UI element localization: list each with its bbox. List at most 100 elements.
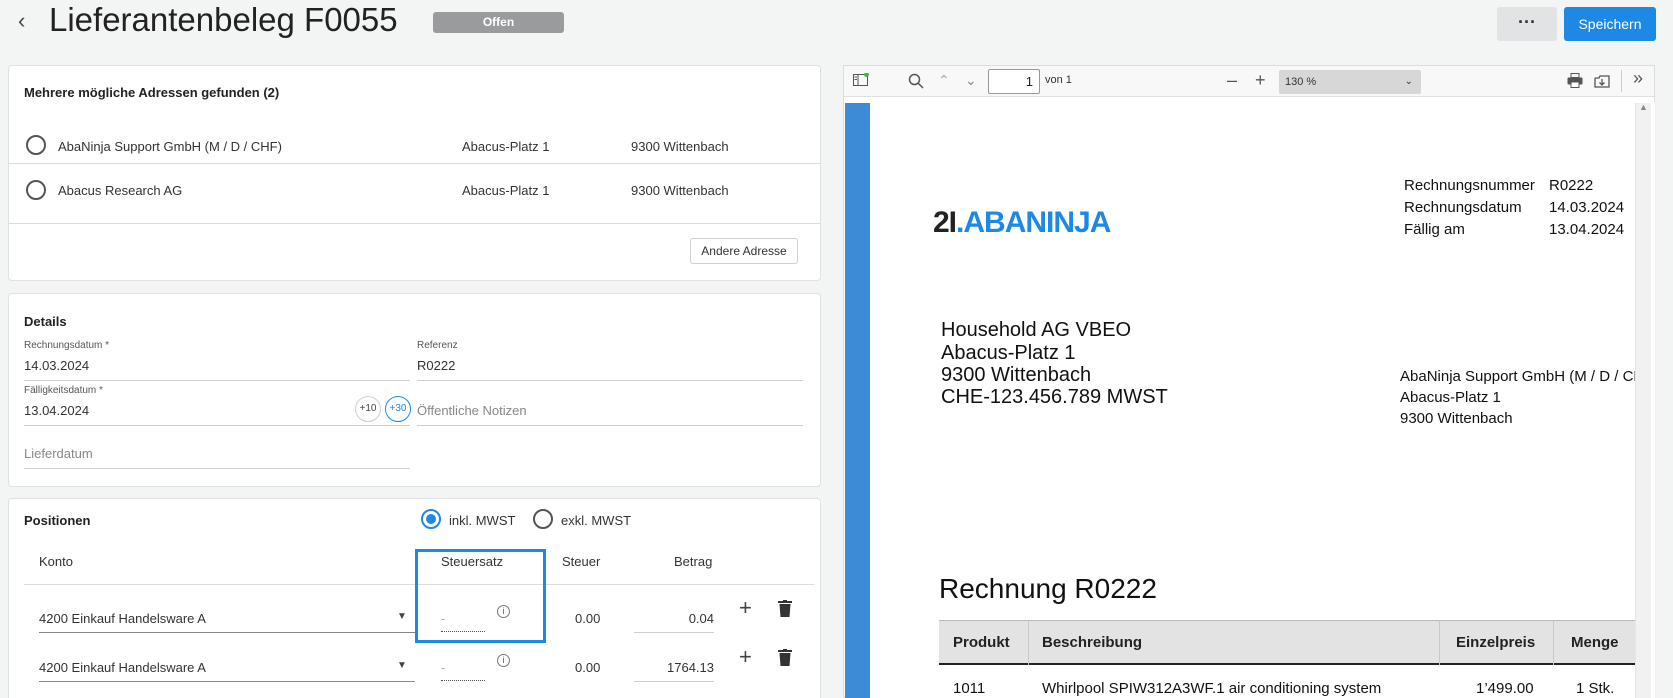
invoice-number-label: Rechnungsnummer <box>1404 177 1535 194</box>
column-separator <box>1028 620 1029 665</box>
logo-prefix: 2I <box>933 206 957 239</box>
status-badge: Offen <box>433 12 564 33</box>
field-placeholder: Öffentliche Notizen <box>417 403 527 418</box>
sidebar-toggle-icon[interactable] <box>853 72 869 87</box>
sender-line: Household AG VBEO <box>941 319 1132 341</box>
logo-name: .ABANINJA <box>956 206 1111 239</box>
radio-button[interactable] <box>26 180 46 200</box>
column-header-tax: Steuer <box>562 554 601 569</box>
trash-icon[interactable] <box>778 600 792 617</box>
previous-page-icon[interactable]: ⌃ <box>938 72 950 89</box>
column-header-account: Konto <box>39 554 73 569</box>
recipient-line: AbaNinja Support GmbH (M / D / CHF) <box>1400 368 1635 385</box>
public-notes-field[interactable]: Öffentliche Notizen <box>417 392 813 428</box>
pdf-scrollbar[interactable]: ▲ <box>1635 102 1651 698</box>
field-label: Rechnungsdatum * <box>24 340 110 351</box>
dropdown-arrow-icon: ▼ <box>397 611 407 622</box>
due-date-label: Fällig am <box>1404 221 1465 238</box>
field-underline <box>441 631 485 632</box>
page-number-input[interactable]: 1 <box>988 69 1040 94</box>
amount-input[interactable]: 0.04 <box>634 601 714 633</box>
tax-rate-value: - <box>441 611 446 626</box>
reference-field[interactable]: Referenz R0222 <box>417 340 813 382</box>
field-underline <box>24 380 410 381</box>
incl-vat-label: inkl. MWST <box>449 513 516 528</box>
radio-button[interactable] <box>26 135 46 155</box>
scroll-up-arrow-icon[interactable]: ▲ <box>1639 102 1648 112</box>
radio-button[interactable] <box>421 509 441 529</box>
tax-rate-select[interactable]: - i <box>441 650 521 681</box>
invoice-row-product: 1011 <box>953 680 986 697</box>
address-option-2[interactable]: Abacus Research AG Abacus-Platz 1 9300 W… <box>9 169 820 213</box>
info-icon[interactable]: i <box>497 605 510 618</box>
page-total: von 1 <box>1045 74 1072 86</box>
zoom-select[interactable]: 130 % ⌄ <box>1279 70 1421 94</box>
excl-vat-label: exkl. MWST <box>561 513 632 528</box>
incl-vat-option[interactable]: inkl. MWST <box>421 509 521 531</box>
field-underline <box>24 468 410 469</box>
more-options-button[interactable]: ··· <box>1497 7 1557 41</box>
excl-vat-option[interactable]: exkl. MWST <box>533 509 643 531</box>
plus-10-days-button[interactable]: +10 <box>355 396 381 422</box>
other-address-button[interactable]: Andere Adresse <box>690 238 798 264</box>
address-card: Mehrere mögliche Adressen gefunden (2) A… <box>8 65 821 281</box>
amount-input[interactable]: 1764.13 <box>634 650 714 682</box>
zoom-in-icon[interactable]: + <box>1255 70 1266 91</box>
address-option-1[interactable]: AbaNinja Support GmbH (M / D / CHF) Abac… <box>9 124 820 168</box>
invoice-heading: Rechnung R0222 <box>939 573 1157 604</box>
dropdown-arrow-icon: ▼ <box>397 660 407 671</box>
info-icon[interactable]: i <box>497 654 510 667</box>
tax-value: 0.00 <box>575 611 601 626</box>
address-city: 9300 Wittenbach <box>631 139 729 154</box>
column-separator <box>1439 620 1440 665</box>
invoice-col-qty: Menge <box>1571 634 1619 651</box>
next-page-icon[interactable]: ⌄ <box>965 72 977 89</box>
address-name: AbaNinja Support GmbH (M / D / CHF) <box>58 139 282 154</box>
logo: 2I.ABANINJA <box>933 206 1111 240</box>
field-label: Referenz <box>417 340 458 351</box>
search-icon[interactable] <box>908 73 924 89</box>
positions-card: Positionen inkl. MWST exkl. MWST Konto S… <box>8 498 821 698</box>
invoice-date-label: Rechnungsdatum <box>1404 199 1522 216</box>
download-icon[interactable] <box>1594 73 1610 88</box>
divider <box>9 223 820 224</box>
account-select[interactable]: 4200 Einkauf Handelsware A ▼ <box>39 601 415 633</box>
add-row-icon[interactable]: + <box>739 595 752 621</box>
details-title: Details <box>24 314 67 329</box>
back-chevron-icon[interactable]: ‹ <box>18 8 25 34</box>
recipient-line: Abacus-Platz 1 <box>1400 389 1501 406</box>
field-label: Fälligkeitsdatum * <box>24 385 103 396</box>
save-button[interactable]: Speichern <box>1564 7 1656 41</box>
account-select[interactable]: 4200 Einkauf Handelsware A ▼ <box>39 650 415 682</box>
field-underline <box>634 681 714 682</box>
field-underline <box>417 380 803 381</box>
invoice-date-field[interactable]: Rechnungsdatum * 14.03.2024 <box>24 340 420 382</box>
field-underline <box>39 681 415 682</box>
column-separator <box>1553 620 1554 665</box>
account-value: 4200 Einkauf Handelsware A <box>39 611 206 626</box>
column-header-amount: Betrag <box>674 554 713 569</box>
field-value: 14.03.2024 <box>24 358 90 373</box>
print-icon[interactable] <box>1567 73 1583 88</box>
field-value: R0222 <box>417 358 456 373</box>
more-tools-icon[interactable]: » <box>1633 68 1643 89</box>
details-card: Details Rechnungsdatum * 14.03.2024 Refe… <box>8 293 821 487</box>
amount-value: 0.04 <box>688 611 714 626</box>
recipient-block: AbaNinja Support GmbH (M / D / CHF) Abac… <box>1400 368 1635 438</box>
trash-icon[interactable] <box>778 649 792 666</box>
recipient-line: 9300 Wittenbach <box>1400 410 1513 427</box>
radio-button[interactable] <box>533 509 553 529</box>
plus-30-days-button[interactable]: +30 <box>385 396 411 422</box>
address-city: 9300 Wittenbach <box>631 183 729 198</box>
zoom-value: 130 % <box>1285 76 1317 88</box>
field-underline <box>417 425 803 426</box>
zoom-out-icon[interactable]: – <box>1227 70 1237 91</box>
tax-rate-select[interactable]: - i <box>441 601 521 632</box>
invoice-row-price: 1’499.00 <box>1476 680 1534 697</box>
invoice-row-description: Whirlpool SPIW312A3WF.1 air conditioning… <box>1042 680 1382 697</box>
field-underline <box>39 632 415 633</box>
chevron-down-icon: ⌄ <box>1404 76 1413 87</box>
invoice-col-product: Produkt <box>953 634 1010 651</box>
add-row-icon[interactable]: + <box>739 644 752 670</box>
delivery-date-field[interactable]: Lieferdatum <box>24 437 420 473</box>
